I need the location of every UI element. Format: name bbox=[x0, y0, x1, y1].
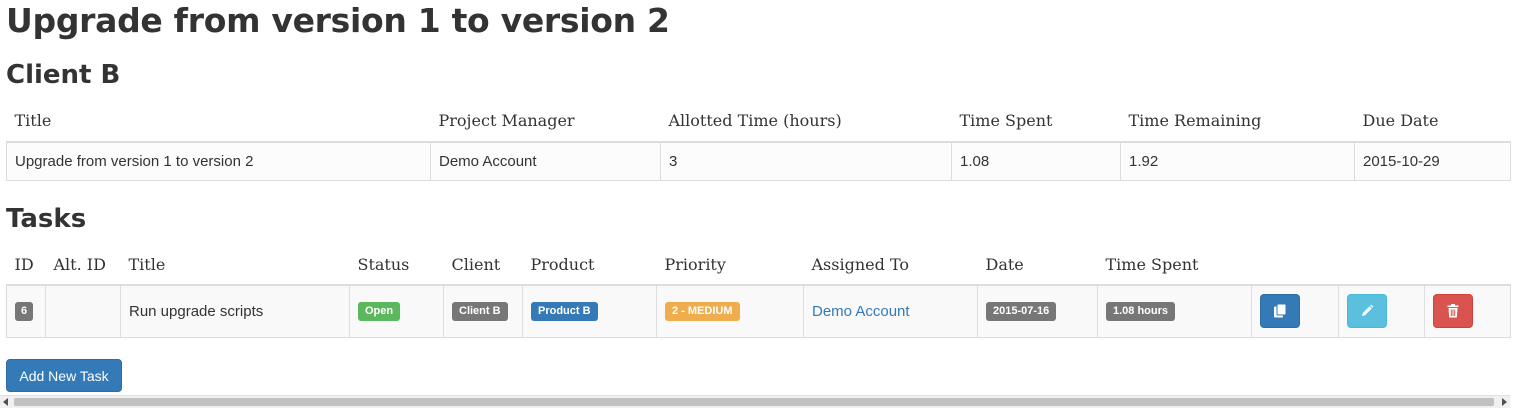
project-manager-cell: Demo Account bbox=[430, 141, 661, 181]
task-product-cell: Product B bbox=[522, 284, 657, 338]
task-time-spent-cell: 1.08 hours bbox=[1097, 284, 1252, 338]
client-heading: Client B bbox=[6, 60, 121, 90]
time-spent-cell: 1.08 bbox=[951, 141, 1121, 181]
delete-task-button[interactable] bbox=[1433, 294, 1473, 329]
column-header: ID bbox=[14, 255, 34, 274]
column-header: Client bbox=[451, 255, 501, 274]
add-new-task-button[interactable]: Add New Task bbox=[6, 359, 122, 392]
task-id-badge: 6 bbox=[15, 301, 34, 321]
column-header: Title bbox=[14, 111, 52, 130]
task-date-cell: 2015-07-16 bbox=[977, 284, 1098, 338]
status-badge: Open bbox=[358, 301, 401, 321]
project-title-cell: Upgrade from version 1 to version 2 bbox=[6, 141, 431, 181]
page-title: Upgrade from version 1 to version 2 bbox=[6, 1, 670, 40]
table-row: 6 Run upgrade scripts Open Client B Prod… bbox=[6, 284, 1511, 338]
edit-task-button[interactable] bbox=[1347, 294, 1387, 329]
column-header: Time Remaining bbox=[1128, 111, 1262, 130]
column-header: Priority bbox=[664, 255, 726, 274]
column-header: Status bbox=[357, 255, 410, 274]
column-header: Allotted Time (hours) bbox=[668, 111, 842, 130]
edit-action-cell bbox=[1338, 284, 1425, 338]
pencil-icon bbox=[1362, 304, 1374, 317]
task-assigned-cell: Demo Account bbox=[803, 284, 978, 338]
client-table-header: Title Project Manager Allotted Time (hou… bbox=[6, 100, 1511, 142]
client-badge: Client B bbox=[452, 301, 508, 321]
task-title-cell: Run upgrade scripts bbox=[120, 284, 350, 338]
table-row: Upgrade from version 1 to version 2 Demo… bbox=[6, 141, 1511, 181]
task-status-cell: Open bbox=[349, 284, 444, 338]
date-badge: 2015-07-16 bbox=[986, 301, 1057, 321]
copy-action-cell bbox=[1251, 284, 1339, 338]
horizontal-scrollbar[interactable] bbox=[0, 395, 1510, 408]
task-priority-cell: 2 - MEDIUM bbox=[656, 284, 804, 338]
assigned-to-link[interactable]: Demo Account bbox=[812, 303, 910, 320]
task-id-cell: 6 bbox=[6, 284, 46, 338]
client-table: Title Project Manager Allotted Time (hou… bbox=[6, 100, 1511, 181]
tasks-table: ID Alt. ID Title Status Client Product P… bbox=[6, 245, 1511, 338]
task-client-cell: Client B bbox=[443, 284, 523, 338]
column-header: Project Manager bbox=[438, 111, 575, 130]
copy-icon bbox=[1274, 303, 1287, 318]
column-header: Product bbox=[530, 255, 595, 274]
scroll-left-arrow-icon[interactable] bbox=[3, 398, 8, 406]
column-header: Time Spent bbox=[959, 111, 1053, 130]
allotted-time-cell: 3 bbox=[660, 141, 952, 181]
column-header: Title bbox=[128, 255, 166, 274]
column-header: Due Date bbox=[1362, 111, 1439, 130]
column-header: Alt. ID bbox=[53, 255, 106, 274]
column-header: Date bbox=[985, 255, 1024, 274]
priority-badge: 2 - MEDIUM bbox=[665, 301, 740, 321]
column-header: Assigned To bbox=[811, 255, 910, 274]
trash-icon bbox=[1447, 304, 1459, 318]
column-header-empty bbox=[1252, 245, 1339, 285]
scrollbar-thumb[interactable] bbox=[14, 398, 1494, 406]
due-date-cell: 2015-10-29 bbox=[1354, 141, 1511, 181]
column-header: Time Spent bbox=[1105, 255, 1199, 274]
delete-action-cell bbox=[1424, 284, 1511, 338]
column-header-empty bbox=[1425, 245, 1511, 285]
copy-task-button[interactable] bbox=[1260, 294, 1300, 329]
tasks-heading: Tasks bbox=[6, 204, 87, 234]
time-remaining-cell: 1.92 bbox=[1120, 141, 1355, 181]
task-alt-id-cell bbox=[45, 284, 121, 338]
scroll-right-arrow-icon[interactable] bbox=[1502, 398, 1507, 406]
column-header-empty bbox=[1339, 245, 1425, 285]
tasks-table-header: ID Alt. ID Title Status Client Product P… bbox=[6, 245, 1511, 285]
product-badge: Product B bbox=[531, 301, 598, 321]
time-spent-badge: 1.08 hours bbox=[1106, 301, 1176, 321]
